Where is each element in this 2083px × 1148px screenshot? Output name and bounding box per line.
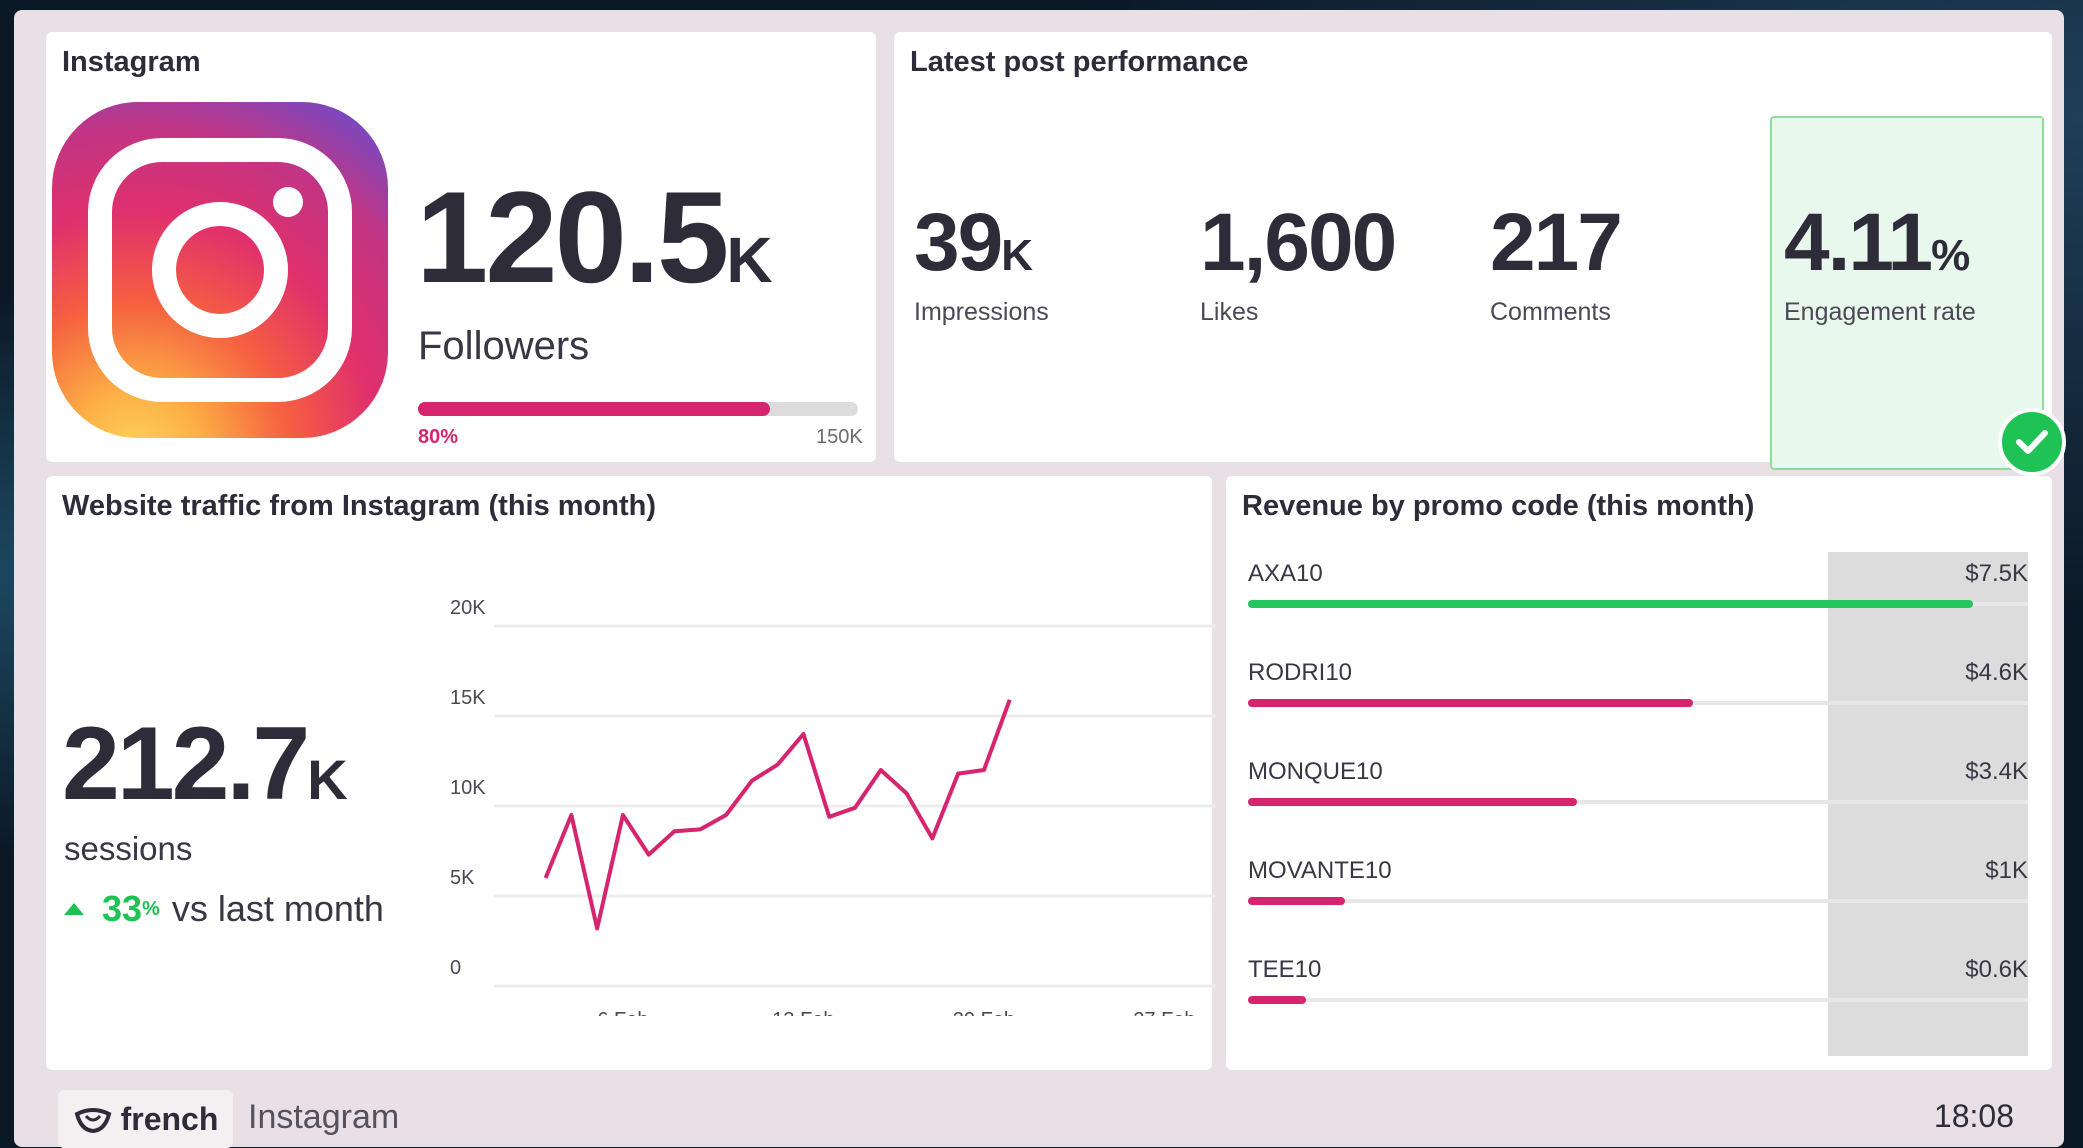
promo-row: MONQUE10 $3.4K: [1248, 758, 2028, 808]
sessions-label: sessions: [64, 830, 193, 867]
followers-progress-fill: [418, 402, 770, 416]
revenue-card: Revenue by promo code (this month) AXA10…: [1226, 476, 2052, 1070]
promo-row: AXA10 $7.5K: [1248, 560, 2028, 610]
x-tick-label: 27 Feb: [1133, 1009, 1195, 1016]
brand-logo: french: [58, 1090, 233, 1148]
y-tick-label: 5K: [450, 867, 475, 889]
promo-bar: [1248, 798, 1577, 806]
card-title: Revenue by promo code (this month): [1242, 490, 1755, 522]
traffic-line-chart: 0 5K 10K 15K 20K 6 Feb 13 Feb 20 Feb 27 Feb: [450, 597, 1216, 1016]
instagram-followers-card: Instagram 120.5K Followers 80% 150K: [46, 32, 876, 462]
promo-row: RODRI10 $4.6K: [1248, 659, 2028, 709]
card-title: Instagram: [62, 46, 201, 78]
followers-progress-bar: [418, 402, 858, 416]
dashboard-screen: Instagram 120.5K Followers 80% 150K Late…: [14, 10, 2066, 1148]
traffic-series-line: [543, 699, 1012, 931]
promo-bar: [1248, 897, 1345, 905]
promo-code: AXA10: [1248, 560, 1323, 587]
promo-row: TEE10 $0.6K: [1248, 956, 2028, 1006]
promo-bar: [1248, 996, 1307, 1004]
sessions-change: 33% vs last month: [64, 888, 384, 930]
y-tick-label: 15K: [450, 687, 486, 709]
followers-label: Followers: [418, 324, 590, 368]
check-icon: [1998, 408, 2066, 476]
trend-up-icon: [64, 903, 84, 915]
y-tick-label: 10K: [450, 777, 486, 799]
promo-code: RODRI10: [1248, 659, 1353, 686]
promo-revenue: $4.6K: [1965, 659, 2028, 686]
instagram-logo-icon: [52, 102, 388, 438]
clock: 18:08: [1933, 1098, 2014, 1134]
promo-code: TEE10: [1248, 956, 1322, 983]
x-tick-label: 20 Feb: [953, 1009, 1015, 1016]
card-title: Website traffic from Instagram (this mon…: [62, 490, 657, 522]
promo-revenue: $3.4K: [1965, 758, 2028, 785]
promo-revenue: $1K: [1985, 857, 2028, 884]
impressions-metric: 39K Impressions: [914, 197, 1049, 327]
followers-count: 120.5K: [416, 164, 773, 310]
promo-code: MOVANTE10: [1248, 857, 1392, 884]
followers-progress-percent: 80%: [418, 426, 459, 448]
latest-post-card: Latest post performance 39K Impressions …: [894, 32, 2066, 476]
website-traffic-card: Website traffic from Instagram (this mon…: [46, 476, 1216, 1070]
dashboard-name: Instagram: [248, 1098, 400, 1136]
promo-track: [1248, 899, 2028, 903]
promo-bar: [1248, 600, 1974, 608]
y-tick-label: 0: [450, 957, 461, 979]
x-tick-label: 13 Feb: [772, 1009, 834, 1016]
promo-code: MONQUE10: [1248, 758, 1383, 785]
promo-revenue: $0.6K: [1965, 956, 2028, 983]
y-tick-label: 20K: [450, 597, 486, 619]
card-title: Latest post performance: [910, 46, 1249, 78]
engagement-rate-metric: 4.11% Engagement rate: [1784, 197, 1976, 327]
promo-bar: [1248, 699, 1693, 707]
promo-row: MOVANTE10 $1K: [1248, 857, 2028, 907]
promo-track: [1248, 998, 2028, 1002]
promo-revenue: $7.5K: [1965, 560, 2028, 587]
comments-metric: 217 Comments: [1490, 197, 1623, 327]
sessions-count: 212.7K: [62, 706, 348, 822]
brand-icon: [74, 1108, 111, 1134]
likes-metric: 1,600 Likes: [1200, 197, 1397, 327]
x-tick-label: 6 Feb: [597, 1009, 648, 1016]
followers-goal: 150K: [816, 426, 863, 448]
